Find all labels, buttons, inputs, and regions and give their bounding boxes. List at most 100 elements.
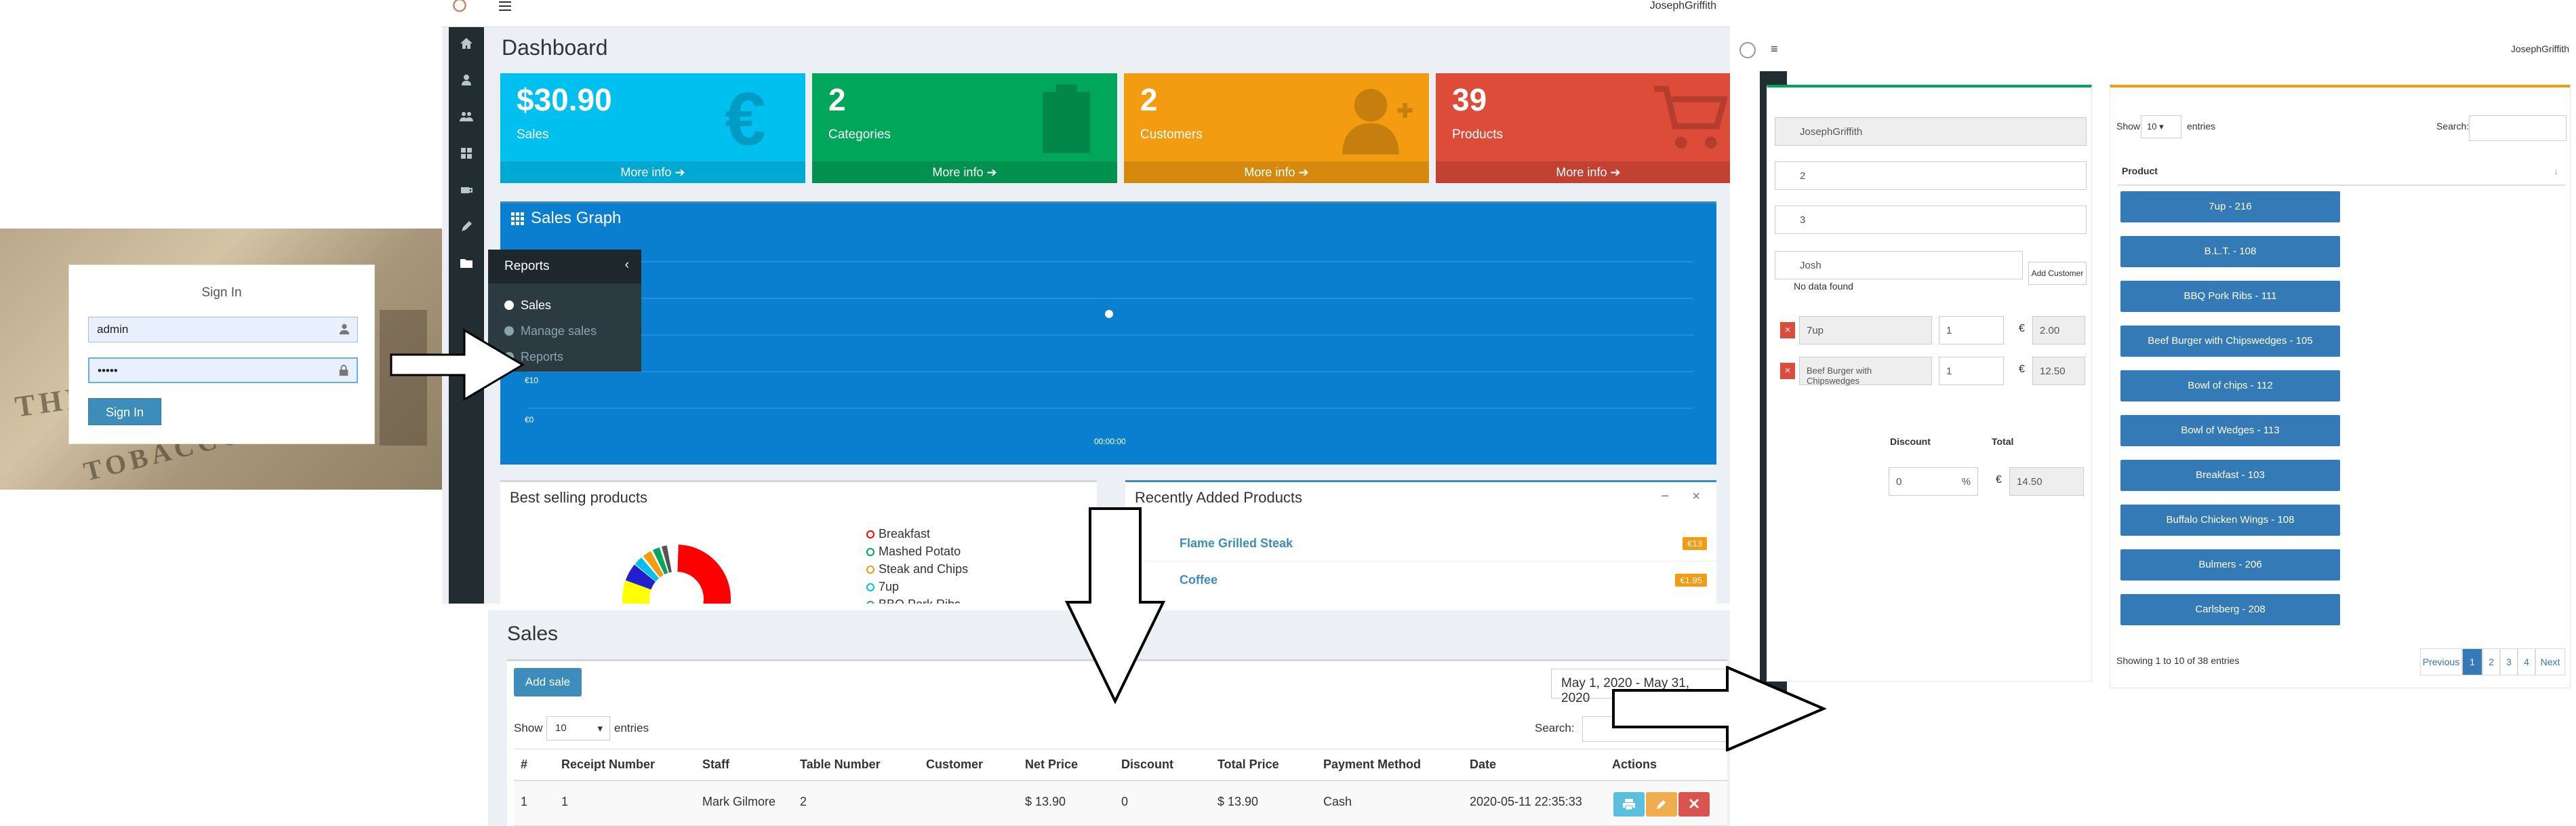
entries-label: entries <box>614 722 649 734</box>
entries-select[interactable]: 10 ▾ <box>546 716 610 741</box>
product-link[interactable]: Flame Grilled Steak <box>1180 536 1293 551</box>
price-badge: €1.95 <box>1675 574 1707 587</box>
column-header[interactable]: Customer <box>926 758 983 772</box>
product-button[interactable]: B.L.T. - 108 <box>2120 236 2340 267</box>
item-qty[interactable]: 1 <box>1939 357 2004 385</box>
product-button[interactable]: Bowl of Wedges - 113 <box>2120 415 2340 446</box>
product-button[interactable]: 7up - 216 <box>2120 191 2340 222</box>
product-button[interactable]: Carlsberg - 208 <box>2120 594 2340 625</box>
pagination-previous[interactable]: Previous <box>2420 648 2462 675</box>
product-link[interactable]: Coffee <box>1180 573 1217 587</box>
product-button[interactable]: Bulmers - 206 <box>2120 549 2340 581</box>
customer-field[interactable]: Josh <box>1775 251 2023 279</box>
customers-tile: 2 Customers More info ➔ <box>1124 73 1429 183</box>
reports-menu-header[interactable]: Reports ‹ <box>488 250 641 283</box>
username-input[interactable]: admin <box>88 317 358 342</box>
signin-button[interactable]: Sign In <box>88 398 161 425</box>
users-icon[interactable] <box>460 110 473 123</box>
product-button[interactable]: Buffalo Chicken Wings - 108 <box>2120 505 2340 536</box>
user-name[interactable]: JosephGriffith <box>2511 43 2569 54</box>
delete-button[interactable] <box>1678 792 1710 817</box>
best-selling-donut <box>622 544 731 604</box>
tile-value: 2 <box>1140 82 1158 117</box>
discount-input[interactable]: 0% <box>1889 467 1978 496</box>
search-label: Search: <box>1535 722 1575 734</box>
guests-field[interactable]: 3 <box>1775 205 2087 234</box>
table-field[interactable]: 2 <box>1775 161 2087 190</box>
graph-title: Sales Graph <box>531 209 622 227</box>
edit-button[interactable] <box>1646 792 1677 817</box>
product-button[interactable]: Breakfast - 103 <box>2120 460 2340 491</box>
user-icon[interactable] <box>460 73 473 87</box>
voucher-button[interactable]: Voucher <box>1984 558 2027 589</box>
pagination-page[interactable]: 3 <box>2500 648 2518 675</box>
product-button[interactable]: Bowl of chips - 112 <box>2120 370 2340 401</box>
more-info-link[interactable]: More info ➔ <box>812 161 1117 183</box>
discount-label: Discount <box>1890 436 1931 447</box>
staff-field[interactable]: JosephGriffith <box>1775 117 2087 146</box>
username-value: admin <box>97 323 129 336</box>
currency-label: € <box>2019 363 2025 375</box>
signin-card: Sign In admin ••••• Sign In <box>68 264 375 444</box>
data-point <box>1105 310 1113 318</box>
folder-icon[interactable] <box>460 256 473 270</box>
column-header[interactable]: Staff <box>702 758 729 772</box>
more-info-link[interactable]: More info ➔ <box>500 161 805 183</box>
card-button[interactable]: Card <box>2030 558 2058 589</box>
sales-tile: $30.90 Sales € More info ➔ <box>500 73 805 183</box>
show-label: Show <box>514 722 543 734</box>
item-qty[interactable]: 1 <box>1939 316 2004 345</box>
grid-icon[interactable] <box>460 146 473 160</box>
menu-toggle-icon[interactable]: ≡ <box>1771 42 1778 56</box>
column-header[interactable]: Actions <box>1612 758 1657 772</box>
cash-button[interactable]: Cash <box>2061 558 2092 589</box>
coffee-icon[interactable] <box>460 183 473 197</box>
pagination-page[interactable]: 4 <box>2518 648 2535 675</box>
collapse-icon[interactable]: − <box>1661 489 1669 505</box>
user-name[interactable]: JosephGriffith <box>1650 0 1716 12</box>
edit-icon[interactable] <box>460 220 473 233</box>
column-header[interactable]: # <box>521 758 527 772</box>
pagination-page[interactable]: 2 <box>2482 648 2500 675</box>
tile-label: Categories <box>828 127 891 142</box>
print-icon <box>1623 799 1635 810</box>
x-axis-label: 00:00:00 <box>1094 437 1126 446</box>
legend-item: 7up <box>866 580 899 594</box>
sales-graph-panel: Sales Graph €10 €0 00:00:00 <box>500 201 1716 465</box>
print-button[interactable] <box>1613 792 1645 817</box>
column-header[interactable]: Total Price <box>1217 758 1279 772</box>
submenu-item-sales[interactable]: Sales <box>504 298 551 313</box>
more-info-link[interactable]: More info ➔ <box>1436 161 1741 183</box>
column-header[interactable]: Net Price <box>1025 758 1078 772</box>
column-header[interactable]: Payment Method <box>1323 758 1421 772</box>
column-header[interactable]: Discount <box>1121 758 1173 772</box>
remove-item-button[interactable]: × <box>1780 322 1795 338</box>
column-header[interactable]: Table Number <box>800 758 881 772</box>
arrow-down-icon <box>1064 507 1166 704</box>
home-icon[interactable] <box>460 37 473 50</box>
column-header[interactable]: Date <box>1470 758 1496 772</box>
product-button[interactable]: Beef Burger with Chipswedges - 105 <box>2120 326 2340 357</box>
product-column-header[interactable]: Product ↓ <box>2118 156 2565 186</box>
sidebar <box>449 27 484 604</box>
search-label: Search: <box>2436 121 2470 132</box>
more-info-link[interactable]: More info ➔ <box>1124 161 1429 183</box>
hold-button[interactable]: Hold <box>1950 558 1981 589</box>
pagination-page[interactable]: 1 <box>2462 648 2482 675</box>
column-header[interactable]: Receipt Number <box>561 758 655 772</box>
page-title: Dashboard <box>502 35 608 60</box>
tile-value: $30.90 <box>517 82 612 117</box>
search-input[interactable] <box>2469 115 2567 141</box>
remove-item-button[interactable]: × <box>1780 363 1795 379</box>
password-input[interactable]: ••••• <box>88 357 358 383</box>
chevron-left-icon: ‹ <box>624 258 629 272</box>
pagination-next[interactable]: Next <box>2535 648 2565 675</box>
table-cell: 2020-05-11 22:35:33 <box>1470 795 1582 808</box>
add-customer-button[interactable]: Add Customer <box>2028 262 2087 285</box>
menu-toggle-icon[interactable] <box>499 1 511 11</box>
entries-select[interactable]: 10 ▾ <box>2141 115 2181 138</box>
product-button[interactable]: BBQ Pork Ribs - 111 <box>2120 281 2340 312</box>
add-sale-button[interactable]: Add sale <box>514 668 582 696</box>
close-icon[interactable]: × <box>1692 489 1700 505</box>
close-icon <box>1689 798 1699 809</box>
